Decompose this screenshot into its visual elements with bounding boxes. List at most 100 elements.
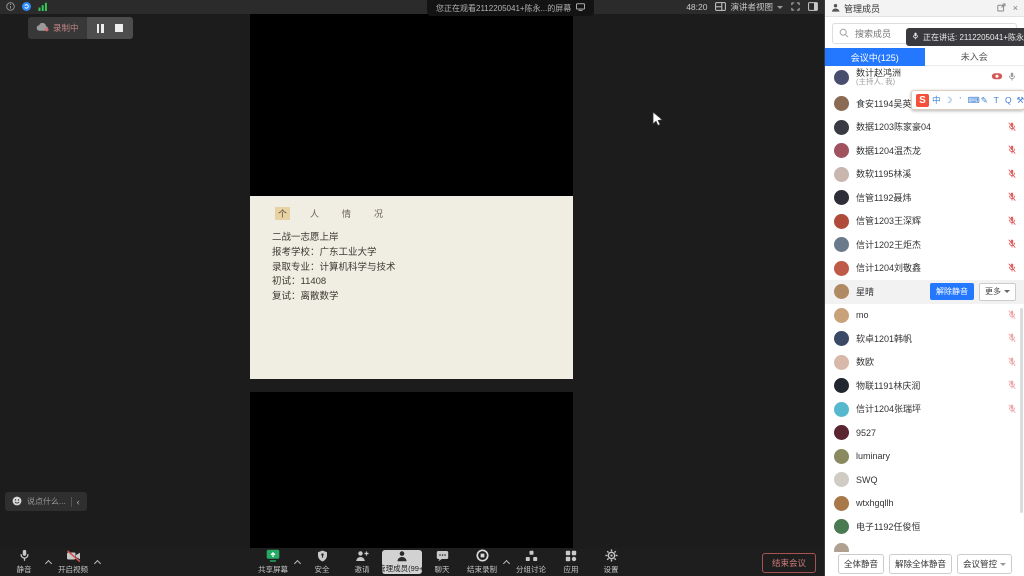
unmute-button[interactable]: 解除静音 [930, 283, 974, 300]
toolbar-item-label: 开启视频 [58, 564, 88, 575]
participant-row[interactable]: wtxhgqllh [825, 492, 1024, 516]
avatar [834, 96, 849, 111]
toolbox-icon[interactable]: ⚒ [1016, 95, 1024, 106]
toolbar-item-chat[interactable]: 聊天 [422, 548, 462, 576]
participant-row[interactable]: SWQ [825, 468, 1024, 492]
participant-row[interactable]: 电子1192任俊恒 [825, 515, 1024, 539]
toolbar-item-apps[interactable]: 应用 [551, 548, 591, 576]
chevron-down-icon [1004, 290, 1010, 293]
footer-button-1[interactable]: 解除全体静音 [889, 554, 952, 574]
ime-logo-icon[interactable]: S [916, 94, 929, 107]
layout-icon[interactable] [808, 2, 818, 13]
participant-row[interactable]: 信计1204刘敬鑫 [825, 257, 1024, 281]
doc-line: 初试：11408 [272, 275, 573, 290]
toolbar-item-members[interactable]: 管理成员(99+) [382, 550, 422, 574]
mic-muted-icon[interactable] [1008, 353, 1016, 371]
footer-button-0[interactable]: 全体静音 [838, 554, 884, 574]
avatar [834, 402, 849, 417]
mic-muted-icon[interactable] [1008, 165, 1016, 183]
participant-role: (主持人, 我) [856, 78, 901, 87]
sharing-indicator-icon [991, 68, 1003, 86]
mic-muted-icon[interactable] [1008, 189, 1016, 207]
collapse-chat-icon[interactable]: ‹ [77, 497, 80, 507]
manage-members-panel: 管理成员 × 正在讲话: 2112205041+陈永... 会议中(125)未入… [824, 0, 1024, 576]
toolbar-item-share-screen[interactable]: 共享屏幕 [253, 548, 293, 576]
pause-recording-button[interactable] [94, 22, 107, 35]
chevron-up-icon[interactable] [502, 548, 511, 576]
mic-muted-icon[interactable] [1008, 118, 1016, 136]
participant-row[interactable]: 信管1192聂炜 [825, 186, 1024, 210]
list-scrollbar[interactable] [1020, 308, 1023, 513]
doc-line: 复试：离散数学 [272, 290, 573, 305]
participant-row[interactable]: 星晴 解除静音 更多 [825, 280, 1024, 304]
chat-placeholder[interactable]: 说点什么... [27, 496, 66, 507]
participant-row[interactable]: 信管1203王深辉 [825, 210, 1024, 234]
meeting-app-icon[interactable] [22, 0, 31, 16]
participant-name: mo [856, 310, 869, 320]
mic-on-icon[interactable] [1008, 68, 1016, 86]
toolbar-item-shield[interactable]: 安全 [302, 548, 342, 576]
punctuation-icon[interactable]: ’ [956, 95, 966, 105]
popout-icon[interactable] [997, 3, 1006, 14]
end-meeting-button[interactable]: 结束会议 [762, 553, 816, 573]
mic-muted-icon[interactable] [1008, 236, 1016, 254]
fullscreen-icon[interactable] [791, 2, 800, 13]
info-icon[interactable] [6, 0, 15, 16]
toolbar-item-gear[interactable]: 设置 [591, 548, 631, 576]
chevron-down-icon [777, 6, 783, 9]
document-text: 二战一志愿上岸报考学校：广东工业大学录取专业：计算机科学与技术初试：11408复… [250, 220, 573, 305]
chevron-up-icon[interactable] [44, 548, 53, 576]
toolbar-item-invite[interactable]: 邀请 [342, 548, 382, 576]
soft-keyboard-icon[interactable]: ⌨ [968, 95, 978, 106]
apps-icon [565, 549, 577, 562]
participant-row[interactable]: 物联1191林庆润 [825, 374, 1024, 398]
participant-row[interactable]: mo [825, 304, 1024, 328]
avatar [834, 143, 849, 158]
participant-row[interactable]: 9527 [825, 421, 1024, 445]
emoji-icon[interactable] [12, 496, 22, 508]
chevron-up-icon[interactable] [93, 548, 102, 576]
toolbar-item-label: 安全 [315, 564, 330, 575]
participant-row[interactable]: 数计赵鸿洲 (主持人, 我) [825, 62, 1024, 92]
more-button[interactable]: 更多 [979, 283, 1016, 301]
moon-icon[interactable]: ☽ [944, 95, 954, 106]
mic-muted-icon[interactable] [1008, 330, 1016, 348]
participant-row[interactable]: 数软1195林溪 [825, 163, 1024, 187]
mic-muted-icon[interactable] [1008, 142, 1016, 160]
participant-row[interactable]: 数据1204温杰龙 [825, 139, 1024, 163]
avatar [834, 261, 849, 276]
participant-row[interactable]: 软卓1201韩帆 [825, 327, 1024, 351]
search-icon[interactable]: Q [1004, 95, 1014, 105]
footer-button-2[interactable]: 会议管控 [957, 554, 1012, 574]
toolbar-item-stop-record[interactable]: 结束录制 [462, 548, 502, 576]
participant-row[interactable]: 数欧 [825, 351, 1024, 375]
toolbar-item-mic[interactable]: 静音 [4, 548, 44, 576]
participant-row[interactable]: 信计1202王炬杰 [825, 233, 1024, 257]
view-mode-dropdown[interactable]: 演讲者视图 [715, 1, 783, 13]
participant-row[interactable]: luminary [825, 445, 1024, 469]
ime-toolbar[interactable]: S 中☽’⌨✎TQ⚒ [911, 90, 1024, 110]
mic-icon [19, 549, 30, 562]
stop-recording-button[interactable] [113, 22, 126, 35]
avatar [834, 496, 849, 511]
members-icon [831, 0, 840, 17]
mic-muted-icon[interactable] [1008, 377, 1016, 395]
handwriting-icon[interactable]: ✎ [980, 95, 990, 106]
avatar [834, 449, 849, 464]
participant-name: luminary [856, 451, 890, 461]
quick-chat-bar[interactable]: 说点什么... ‹ [5, 492, 87, 511]
mic-muted-icon[interactable] [1008, 400, 1016, 418]
close-icon[interactable]: × [1013, 3, 1018, 13]
participant-name: 软卓1201韩帆 [856, 334, 912, 344]
mic-muted-icon[interactable] [1008, 259, 1016, 277]
mic-muted-icon[interactable] [1008, 212, 1016, 230]
participant-list[interactable]: 数计赵鸿洲 (主持人, 我) 食安1194吴英群 数据1203陈家豪04 数据1… [825, 62, 1024, 574]
chevron-up-icon[interactable] [293, 548, 302, 576]
toolbar-item-cam-off[interactable]: 开启视频 [53, 548, 93, 576]
mic-muted-icon[interactable] [1008, 306, 1016, 324]
skin-icon[interactable]: T [992, 95, 1002, 105]
lang-cn-icon[interactable]: 中 [932, 94, 942, 106]
toolbar-item-breakout[interactable]: 分组讨论 [511, 548, 551, 576]
participant-row[interactable]: 数据1203陈家豪04 [825, 116, 1024, 140]
participant-row[interactable]: 信计1204张瑞坪 [825, 398, 1024, 422]
